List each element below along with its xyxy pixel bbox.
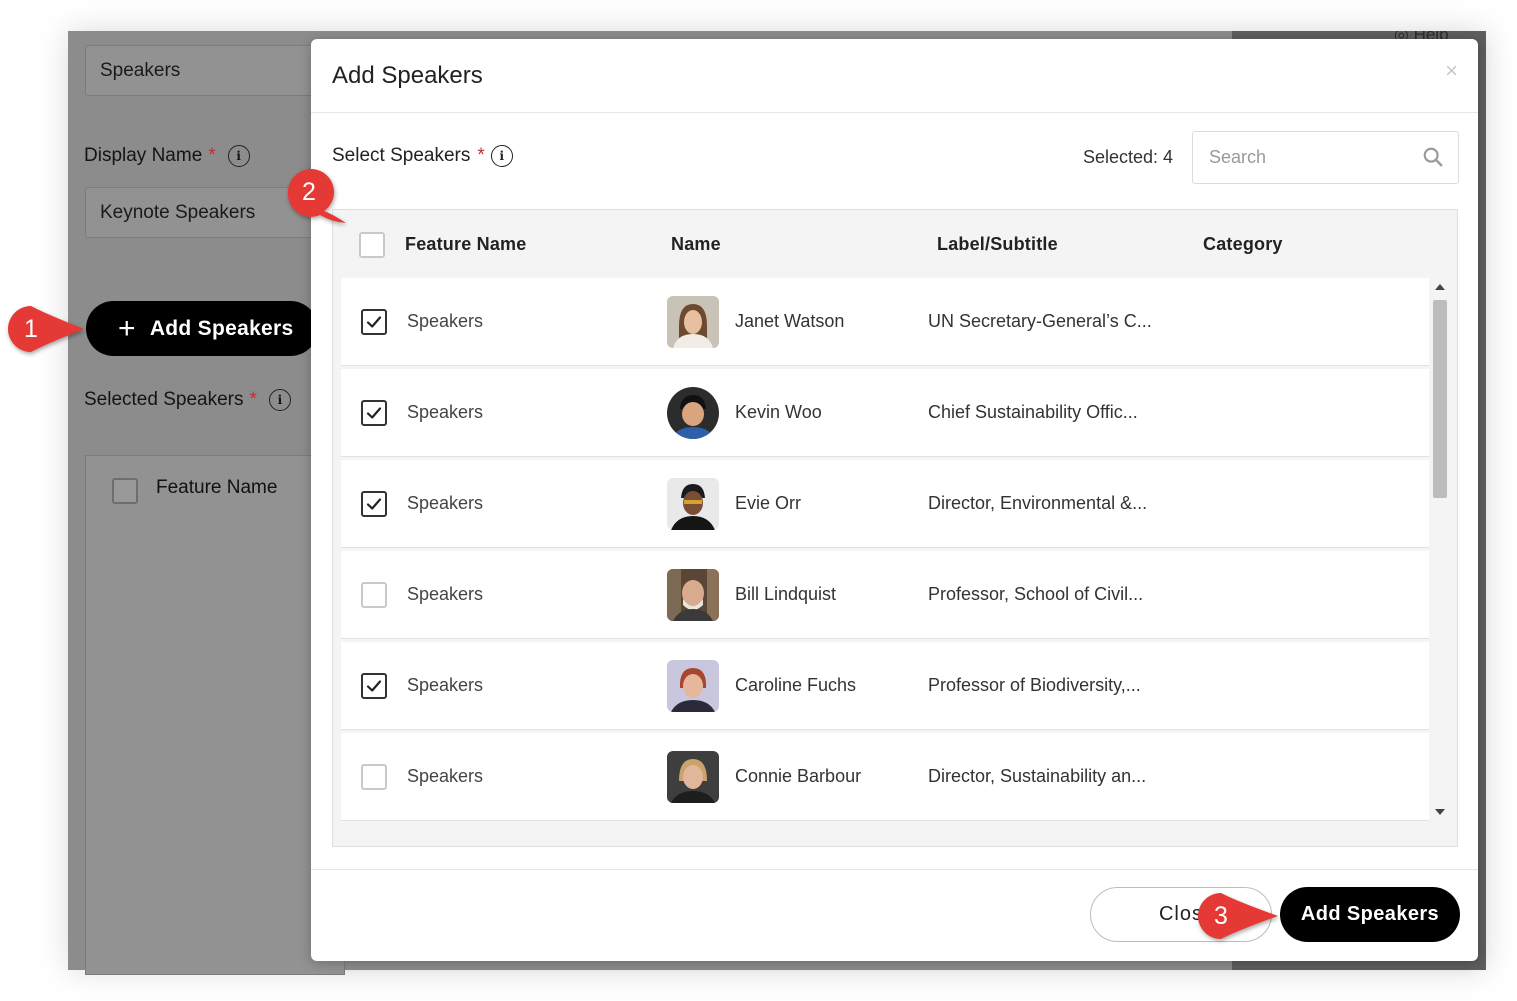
speaker-label: Professor of Biodiversity,... [928, 675, 1141, 695]
checkmark-icon [366, 407, 382, 419]
row-feature: Speakers [407, 493, 484, 513]
row-feature: Speakers [407, 675, 484, 695]
search-icon[interactable] [1422, 146, 1444, 168]
select-all-checkbox[interactable] [112, 478, 138, 504]
speakers-table: Feature Name Name Label/Subtitle Categor… [332, 209, 1458, 847]
speaker-avatar [667, 569, 719, 621]
row-checkbox[interactable] [361, 309, 387, 335]
table-row[interactable]: Speakers Bill Lindquist Professor, Schoo… [341, 551, 1429, 639]
speaker-label: Professor, School of Civil... [928, 584, 1144, 604]
speaker-avatar [667, 478, 719, 530]
speaker-avatar [667, 751, 719, 803]
plus-icon: + [118, 311, 136, 345]
speaker-label: Chief Sustainability Offic... [928, 402, 1138, 422]
modal-toolbar: Select Speakers * i Selected: 4 [332, 131, 1459, 185]
scroll-up-arrow-icon[interactable] [1435, 284, 1445, 290]
table-row[interactable]: Speakers Connie Barbour Director, Sustai… [341, 733, 1429, 821]
display-name-value: Keynote Speakers [100, 201, 256, 223]
speaker-name: Bill Lindquist [735, 584, 837, 604]
row-checkbox[interactable] [361, 400, 387, 426]
display-name-label: Display Name * i [84, 145, 250, 167]
add-speakers-label: Add Speakers [149, 316, 294, 340]
table-row[interactable]: Speakers Evie Orr Director, Environmenta… [341, 460, 1429, 548]
confirm-add-speakers-button[interactable]: Add Speakers [1280, 887, 1460, 942]
select-all-checkbox[interactable] [359, 232, 385, 258]
callout-3: 3 [1196, 891, 1278, 941]
info-icon[interactable]: i [490, 145, 513, 167]
feature-type-field[interactable]: Speakers [85, 45, 325, 96]
column-label-subtitle: Label/Subtitle [937, 234, 1058, 254]
row-feature: Speakers [407, 766, 484, 786]
callout-number: 2 [302, 177, 316, 206]
table-header: Feature Name Name Label/Subtitle Categor… [333, 210, 1457, 278]
selected-count: Selected: 4 [1083, 147, 1174, 167]
table-header-feature-name: Feature Name [156, 477, 278, 498]
row-checkbox[interactable] [361, 582, 387, 608]
speaker-label: Director, Sustainability an... [928, 766, 1147, 786]
callout-1: 1 [6, 304, 84, 354]
scroll-down-arrow-icon[interactable] [1435, 809, 1445, 815]
table-scrollbar[interactable] [1430, 278, 1450, 821]
speaker-label: UN Secretary-General’s C... [928, 311, 1152, 331]
row-feature: Speakers [407, 584, 484, 604]
row-feature: Speakers [407, 311, 484, 331]
checkmark-icon [366, 680, 382, 692]
row-feature: Speakers [407, 402, 484, 422]
table-body: Speakers Janet Watson UN Secretary-Gener… [341, 278, 1429, 821]
callout-2: 2 [284, 167, 346, 223]
row-checkbox[interactable] [361, 764, 387, 790]
speaker-avatar [667, 296, 719, 348]
search-input[interactable] [1209, 147, 1409, 168]
add-speakers-button[interactable]: + Add Speakers [86, 301, 318, 356]
select-speakers-label: Select Speakers * i [332, 145, 513, 167]
table-row[interactable]: Speakers Kevin Woo Chief Sustainability … [341, 369, 1429, 457]
scroll-thumb[interactable] [1433, 300, 1447, 498]
add-speakers-modal: Add Speakers × Select Speakers * i Selec… [311, 39, 1478, 961]
close-icon[interactable]: × [1445, 58, 1458, 84]
modal-title: Add Speakers [332, 61, 483, 89]
column-name: Name [671, 234, 721, 254]
modal-header: Add Speakers × [311, 39, 1478, 113]
speaker-name: Janet Watson [735, 311, 845, 331]
display-name-text: Display Name [84, 145, 203, 166]
callout-number: 1 [24, 314, 38, 343]
selected-speakers-label: Selected Speakers * i [84, 389, 291, 411]
selected-speakers-table [85, 455, 345, 975]
required-mark: * [477, 145, 485, 166]
column-category: Category [1203, 234, 1283, 254]
info-icon[interactable]: i [227, 145, 250, 167]
search-box[interactable] [1192, 131, 1459, 184]
speaker-avatar [667, 387, 719, 439]
speaker-name: Evie Orr [735, 493, 802, 513]
checkmark-icon [366, 316, 382, 328]
info-icon[interactable]: i [268, 389, 291, 411]
modal-footer: Clos Add Speakers [311, 869, 1478, 961]
required-mark: * [208, 145, 216, 166]
row-checkbox[interactable] [361, 491, 387, 517]
speaker-name: Caroline Fuchs [735, 675, 857, 695]
table-row[interactable]: Speakers Caroline Fuchs Professor of Bio… [341, 642, 1429, 730]
required-mark: * [249, 389, 257, 410]
speaker-name: Connie Barbour [735, 766, 862, 786]
feature-type-value: Speakers [100, 59, 181, 81]
speaker-name: Kevin Woo [735, 402, 822, 422]
screenshot-stage: ◎ Help Speakers Display Name * i Keynote… [0, 0, 1517, 1001]
callout-number: 3 [1214, 901, 1228, 930]
table-row[interactable]: Speakers Janet Watson UN Secretary-Gener… [341, 278, 1429, 366]
select-speakers-text: Select Speakers [332, 145, 471, 166]
speaker-avatar [667, 660, 719, 712]
selected-speakers-text: Selected Speakers [84, 389, 244, 410]
speaker-label: Director, Environmental &... [928, 493, 1148, 513]
checkmark-icon [366, 498, 382, 510]
column-feature-name: Feature Name [405, 234, 527, 254]
row-checkbox[interactable] [361, 673, 387, 699]
